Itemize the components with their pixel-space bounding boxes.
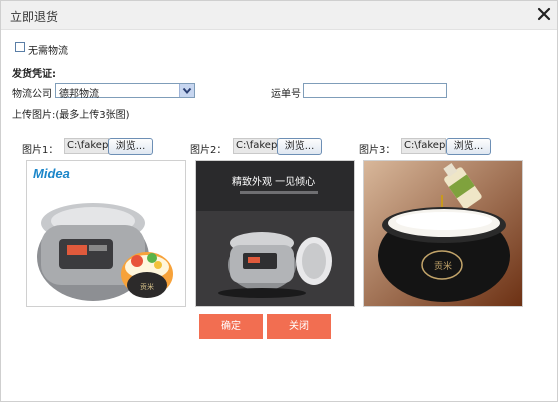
image-2-label: 图片2： — [190, 145, 227, 156]
logistics-company-label: 物流公司 — [12, 89, 52, 100]
select-dropdown-button[interactable] — [179, 84, 194, 97]
confirm-button[interactable]: 确定 — [199, 314, 263, 339]
logistics-company-select[interactable]: 德邦物流 — [55, 83, 195, 100]
no-logistics-label: 无需物流 — [28, 46, 68, 57]
image-3-browse-button[interactable]: 浏览... — [446, 138, 491, 155]
close-button[interactable]: 关闭 — [267, 314, 331, 339]
rice-badge-text-3: 贡米 — [434, 260, 452, 272]
upload-label: 上传图片:(最多上传3张图) — [12, 110, 130, 121]
rice-badge-text: 贡米 — [140, 282, 154, 291]
image-3-label: 图片3： — [359, 145, 396, 156]
no-logistics-checkbox[interactable] — [15, 42, 25, 52]
image-1-browse-button[interactable]: 浏览... — [108, 138, 153, 155]
tracking-number-label: 运单号 — [271, 89, 301, 100]
image-1-file-field[interactable]: C:\fakepath\ — [64, 138, 109, 154]
promo-headline: 精致外观 一见倾心 — [232, 175, 315, 188]
dialog-title: 立即退货 — [10, 10, 59, 24]
chevron-down-icon — [182, 87, 192, 95]
shipping-proof-label: 发货凭证: — [12, 69, 56, 80]
image-3-preview: 贡米 — [363, 160, 523, 307]
image-3-file-field[interactable]: C:\fakepath\ — [401, 138, 446, 154]
image-2-file-field[interactable]: C:\fakepath\ — [233, 138, 278, 154]
tracking-number-input[interactable] — [303, 83, 447, 98]
image-2-preview: 精致外观 一见倾心 — [195, 160, 355, 307]
image-1-label: 图片1： — [22, 145, 59, 156]
return-dialog: 立即退货 无需物流 发货凭证: 物流公司 德邦物流 运单号 上传图片:(最多上传… — [0, 0, 558, 402]
dialog-titlebar: 立即退货 — [1, 1, 557, 30]
brand-logo: Midea — [33, 166, 70, 181]
image-1-preview: Midea 贡米 — [26, 160, 186, 307]
logistics-company-value: 德邦物流 — [59, 89, 99, 100]
image-2-browse-button[interactable]: 浏览... — [277, 138, 322, 155]
close-icon[interactable] — [535, 5, 553, 23]
